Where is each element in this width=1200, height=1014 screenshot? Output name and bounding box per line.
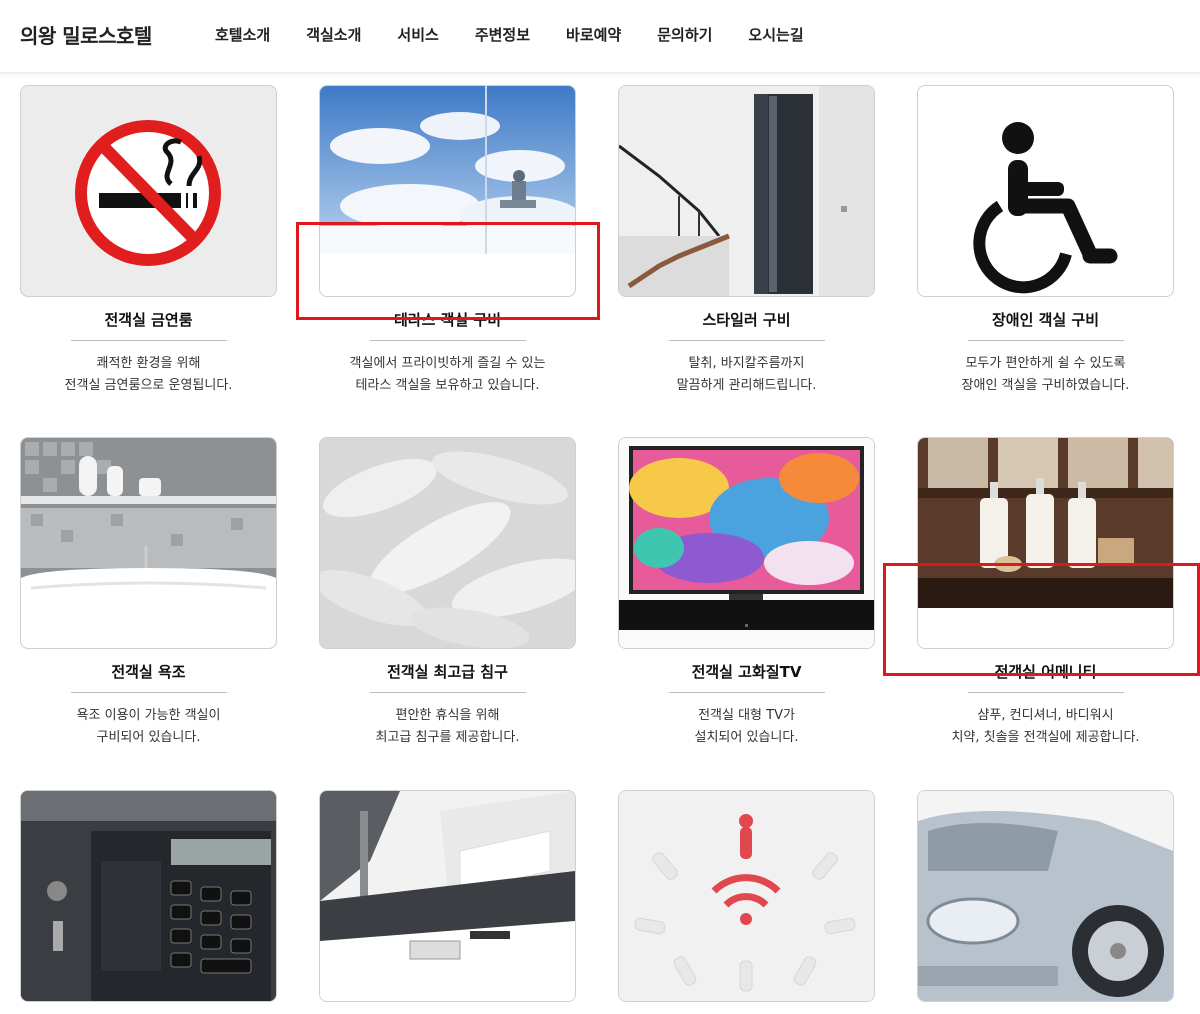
title-divider [668,692,825,693]
title-divider [967,692,1124,693]
title-divider [967,340,1124,341]
nav-nearby[interactable]: 주변정보 [475,24,530,45]
nav-directions[interactable]: 오시는길 [748,24,803,45]
card-description: 객실에서 프라이빗하게 즐길 수 있는 테라스 객실을 보유하고 있습니다. [349,356,546,393]
card-title: 전객실 금연룸 [104,311,193,329]
bathtub-image [20,437,277,649]
title-divider [369,340,526,341]
site-header: 의왕 밀로스호텔 호텔소개 객실소개 서비스 주변정보 바로예약 문의하기 오시… [0,0,1200,73]
feature-card-safe [20,790,277,1002]
site-logo[interactable]: 의왕 밀로스호텔 [20,20,152,49]
title-divider [369,692,526,693]
card-title: 전객실 고화질TV [691,663,802,681]
main-nav: 호텔소개 객실소개 서비스 주변정보 바로예약 문의하기 오시는길 [215,24,840,45]
card-description: 편안한 휴식을 위해 최고급 침구를 제공합니다. [375,708,520,745]
nav-services[interactable]: 서비스 [397,24,438,45]
highlight-box-amenity [883,563,1200,676]
card-title: 전객실 최고급 침구 [387,663,508,681]
feature-card-parking [917,790,1174,1002]
car-parking-image [917,790,1174,1002]
tv-image [618,437,875,649]
card-title: 전객실 욕조 [111,663,186,681]
no-smoking-icon [20,85,277,297]
highlight-box-terrace [296,222,600,320]
feature-card-bathtub: 전객실 욕조 욕조 이용이 가능한 객실이 구비되어 있습니다. [20,437,277,749]
feature-card-wifi [618,790,875,1002]
feature-card-no-smoking: 전객실 금연룸 쾌적한 환경을 위해 전객실 금연룸으로 운영됩니다. [20,85,277,397]
feature-card-lobby [319,790,576,1002]
card-description: 쾌적한 환경을 위해 전객실 금연룸으로 운영됩니다. [64,356,233,393]
card-title: 장애인 객실 구비 [991,311,1100,329]
title-divider [70,340,227,341]
card-description: 전객실 대형 TV가 설치되어 있습니다. [694,708,799,745]
styler-image [618,85,875,297]
card-title: 스타일러 구비 [702,311,791,329]
lobby-desk-image [319,790,576,1002]
card-description: 샴푸, 컨디셔너, 바디워시 치약, 칫솔을 전객실에 제공합니다. [951,708,1140,745]
feature-card-styler: 스타일러 구비 탈취, 바지칼주름까지 말끔하게 관리해드립니다. [618,85,875,397]
card-description: 모두가 편안하게 쉴 수 있도록 장애인 객실을 구비하였습니다. [961,356,1130,393]
nav-contact[interactable]: 문의하기 [657,24,712,45]
card-description: 탈취, 바지칼주름까지 말끔하게 관리해드립니다. [676,356,817,393]
feature-card-accessible: 장애인 객실 구비 모두가 편안하게 쉴 수 있도록 장애인 객실을 구비하였습… [917,85,1174,397]
wifi-people-image [618,790,875,1002]
title-divider [668,340,825,341]
nav-rooms[interactable]: 객실소개 [306,24,361,45]
feature-card-bedding: 전객실 최고급 침구 편안한 휴식을 위해 최고급 침구를 제공합니다. [319,437,576,749]
feathers-image [319,437,576,649]
feature-card-tv: 전객실 고화질TV 전객실 대형 TV가 설치되어 있습니다. [618,437,875,749]
nav-booking[interactable]: 바로예약 [566,24,621,45]
card-description: 욕조 이용이 가능한 객실이 구비되어 있습니다. [76,708,221,745]
safe-keypad-image [20,790,277,1002]
wheelchair-icon [917,85,1174,297]
title-divider [70,692,227,693]
nav-hotel-intro[interactable]: 호텔소개 [215,24,270,45]
